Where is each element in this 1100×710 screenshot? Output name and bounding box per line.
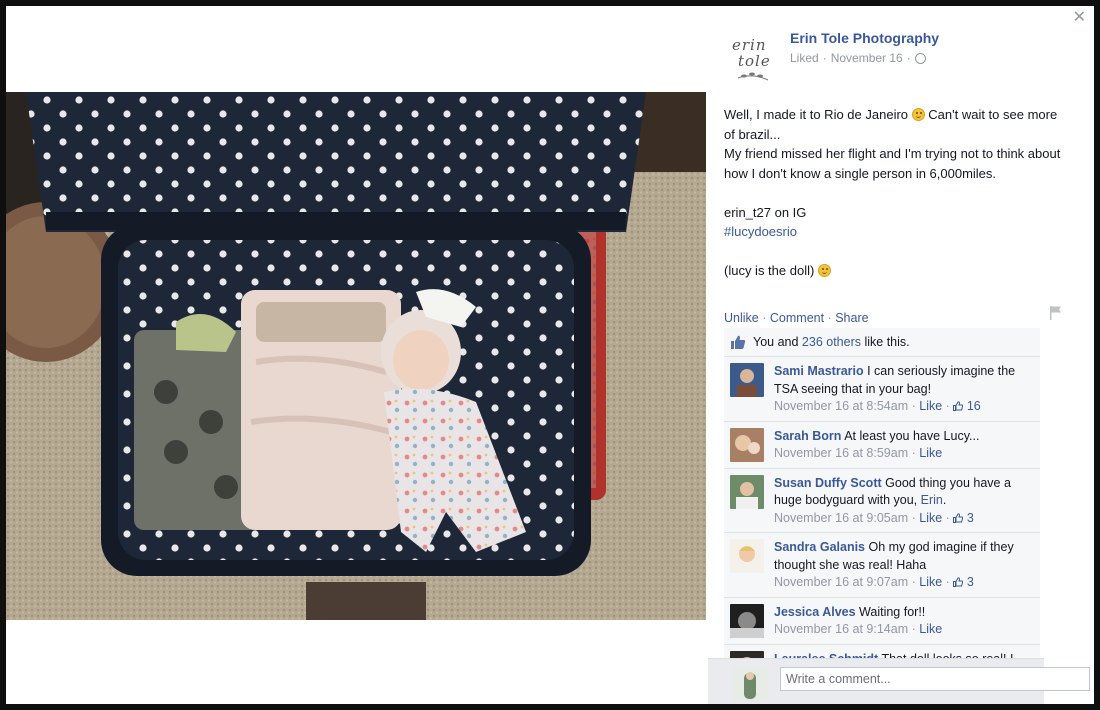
avatar-photo: [730, 539, 764, 573]
comment-author[interactable]: Susan Duffy Scott: [774, 476, 882, 490]
thumbs-up-icon: [731, 335, 746, 349]
meta-separator: ·: [911, 399, 916, 413]
comment-time[interactable]: November 16 at 9:14am: [774, 622, 908, 636]
comment-text: Waiting for!!: [859, 604, 926, 619]
comment-like-link[interactable]: Like: [919, 575, 942, 589]
action-separator: ·: [827, 311, 832, 325]
comment-body: Sarah Born At least you have Lucy... Nov…: [774, 428, 979, 463]
hashtag-link[interactable]: #lucydoesrio: [724, 222, 1064, 242]
comment-author[interactable]: Sarah Born: [774, 429, 841, 443]
smile-emoji-icon: [911, 108, 925, 121]
smile-emoji-icon: [817, 264, 831, 277]
comment-body: Sami Mastrario I can seriously imagine t…: [774, 363, 1034, 416]
thumbs-up-icon: [953, 512, 964, 523]
comment-item: Jessica Alves Waiting for!! November 16 …: [724, 598, 1040, 645]
comment-item: Sandra Galanis Oh my god imagine if they…: [724, 533, 1040, 598]
post-sidebar: ✕ erin tole Erin Tole Photography Liked …: [706, 6, 1094, 704]
avatar-photo: [730, 363, 764, 397]
lightbox-backdrop: ✕ erin tole Erin Tole Photography Liked …: [0, 0, 1100, 710]
comment-like-link[interactable]: Like: [919, 622, 942, 636]
comment-like-link[interactable]: Like: [919, 399, 942, 413]
comments-section: You and 236 others like this. Sami Mastr…: [724, 328, 1040, 682]
post-meta: Liked · November 16 ·: [790, 51, 926, 65]
action-separator: ·: [762, 311, 767, 325]
meta-separator: ·: [945, 575, 950, 589]
comment-text: At least you have Lucy...: [844, 428, 980, 443]
comment-input[interactable]: [780, 667, 1090, 691]
close-icon[interactable]: ✕: [1073, 10, 1086, 26]
meta-separator: ·: [911, 575, 916, 589]
comment-body: Jessica Alves Waiting for!! November 16 …: [774, 604, 942, 639]
flag-icon[interactable]: [1050, 306, 1062, 320]
photo-viewer: ✕ erin tole Erin Tole Photography Liked …: [6, 6, 1094, 704]
avatar[interactable]: [730, 474, 764, 509]
thumbs-up-icon: [953, 401, 964, 411]
post-line-text: (lucy is the doll): [724, 263, 815, 278]
comment-body: Sandra Galanis Oh my god imagine if they…: [774, 539, 1034, 592]
comment-author[interactable]: Sami Mastrario: [774, 364, 864, 378]
avatar-photo: [734, 667, 768, 701]
avatar: [734, 667, 768, 701]
comment-like-link[interactable]: Like: [919, 446, 942, 460]
post-line-text: Well, I made it to Rio de Janeiro: [724, 107, 909, 122]
post-line: My friend missed her flight and I'm tryi…: [724, 146, 1061, 181]
share-link[interactable]: Share: [835, 311, 868, 325]
comment-like-count[interactable]: 3: [967, 511, 974, 525]
page-name-link[interactable]: Erin Tole Photography: [790, 30, 939, 46]
post-line: (lucy is the doll): [724, 261, 1064, 281]
avatar[interactable]: [730, 539, 764, 573]
avatar-photo: [730, 427, 764, 462]
comment-time[interactable]: November 16 at 9:05am: [774, 511, 908, 525]
comment-like-count[interactable]: 3: [967, 575, 974, 589]
comment-body: Susan Duffy Scott Good thing you have a …: [774, 475, 1034, 528]
comment-time[interactable]: November 16 at 8:54am: [774, 399, 908, 413]
post-line: erin_t27 on IG: [724, 204, 807, 220]
comment-item: Susan Duffy Scott Good thing you have a …: [724, 469, 1040, 533]
post-text: Well, I made it to Rio de Janeiro Can't …: [724, 105, 1064, 281]
comment-like-link[interactable]: Like: [919, 511, 942, 525]
comment-item: Sami Mastrario I can seriously imagine t…: [724, 357, 1040, 422]
post-actions: Unlike · Comment · Share: [724, 311, 869, 325]
leaf-icon: [737, 72, 769, 81]
unlike-link[interactable]: Unlike: [724, 311, 759, 325]
post-photo[interactable]: [6, 92, 706, 620]
comment-composer: [708, 658, 1090, 704]
meta-separator: ·: [911, 622, 916, 636]
likes-prefix: You and: [753, 335, 799, 349]
meta-separator: ·: [911, 510, 916, 525]
comment-author[interactable]: Sandra Galanis: [774, 540, 865, 554]
likers-link[interactable]: 236 others: [802, 335, 861, 349]
suitcase-photo: [6, 92, 706, 620]
avatar[interactable]: [730, 427, 764, 462]
comment-text-end: .: [942, 493, 947, 507]
comment-author[interactable]: Jessica Alves: [774, 605, 856, 619]
page-avatar[interactable]: erin tole: [728, 28, 778, 88]
globe-icon[interactable]: [914, 52, 926, 64]
avatar-photo: [730, 603, 764, 638]
mention-link[interactable]: Erin: [921, 493, 943, 507]
like-sentence-text: You and 236 others like this.: [753, 335, 910, 349]
liked-status[interactable]: Liked: [790, 51, 819, 65]
meta-separator: ·: [945, 510, 950, 525]
post-line: Well, I made it to Rio de Janeiro Can't …: [724, 105, 1064, 144]
post-date[interactable]: November 16: [831, 51, 903, 65]
meta-separator: ·: [911, 446, 916, 460]
avatar[interactable]: [730, 363, 764, 397]
likes-suffix: like this.: [864, 335, 910, 349]
meta-separator: ·: [906, 51, 911, 65]
comment-like-count[interactable]: 16: [967, 399, 981, 413]
meta-separator: ·: [822, 51, 827, 65]
like-sentence: You and 236 others like this.: [724, 328, 1040, 357]
comment-item: Sarah Born At least you have Lucy... Nov…: [724, 422, 1040, 469]
thumbs-up-icon: [953, 577, 964, 587]
comment-link[interactable]: Comment: [770, 311, 824, 325]
comment-time[interactable]: November 16 at 9:07am: [774, 575, 908, 589]
avatar-photo: [730, 474, 764, 509]
comment-time[interactable]: November 16 at 8:59am: [774, 446, 908, 460]
meta-separator: ·: [945, 399, 950, 413]
avatar[interactable]: [730, 603, 764, 638]
